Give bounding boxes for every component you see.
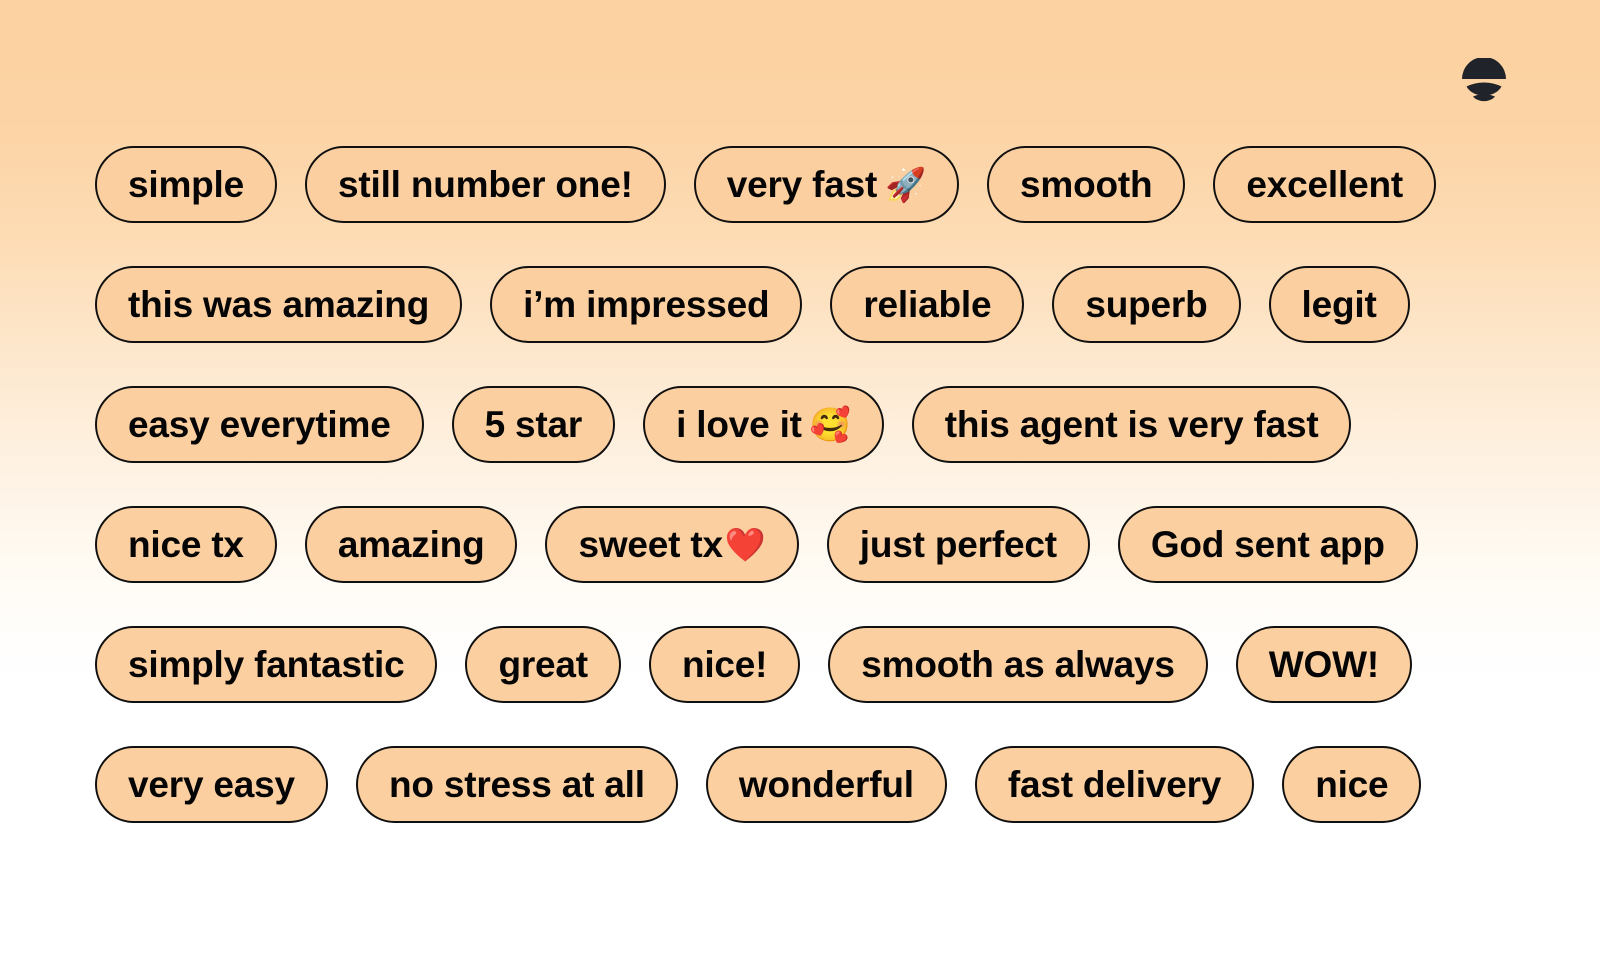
tag-pill[interactable]: very easy (95, 746, 328, 823)
tag-pill-label: i love it (676, 404, 802, 445)
tag-row: nice tx amazing sweet tx ❤️ just perfect God … (95, 506, 1515, 583)
tag-pill-label: superb (1085, 284, 1208, 325)
tag-pill[interactable]: i love it 🥰 (643, 386, 884, 463)
tag-pill[interactable]: fast delivery (974, 746, 1255, 823)
tag-pill-label: excellent (1246, 164, 1403, 205)
tag-pill[interactable]: smooth (987, 146, 1186, 223)
tag-pill[interactable]: no stress at all (355, 746, 678, 823)
tag-pill[interactable]: amazing (304, 506, 518, 583)
tag-pill-label: smooth as always (861, 644, 1175, 685)
tag-pill[interactable]: wonderful (705, 746, 947, 823)
tag-pill-label: this agent is very fast (944, 404, 1319, 445)
tag-pill[interactable]: superb (1052, 266, 1241, 343)
tag-row: this was amazing i’m impressed reliable sup… (95, 266, 1515, 343)
tag-pill[interactable]: God sent app (1117, 506, 1418, 583)
tag-pill[interactable]: nice tx (95, 506, 277, 583)
stacked-arcs-logo-icon (1458, 58, 1510, 106)
tag-row: simple still number one! very fast 🚀 smooth e… (95, 146, 1515, 223)
tag-pill[interactable]: simply fantastic (95, 626, 438, 703)
tag-pill[interactable]: still number one! (305, 146, 666, 223)
tag-pill-label: WOW! (1268, 644, 1379, 685)
tag-pill-label: still number one! (338, 164, 633, 205)
tag-pill[interactable]: smooth as always (828, 626, 1208, 703)
tag-pill[interactable]: excellent (1213, 146, 1436, 223)
tag-row: simply fantastic great nice! smooth as alwa… (95, 626, 1515, 703)
tag-pill-label: easy everytime (128, 404, 391, 445)
tag-pill-emoji: 🥰 (809, 405, 851, 444)
tag-pill-label: just perfect (859, 524, 1057, 565)
tag-pill[interactable]: 5 star (451, 386, 616, 463)
tag-pill-label: nice tx (128, 524, 244, 565)
tag-pill-label: i’m impressed (523, 284, 770, 325)
tag-pill[interactable]: this was amazing (95, 266, 463, 343)
tag-pill-label: God sent app (1150, 524, 1385, 565)
tag-pill-label: simple (128, 164, 245, 205)
tag-pill-label: no stress at all (388, 764, 645, 805)
tag-pill-label: 5 star (484, 404, 583, 445)
tag-pill-label: legit (1301, 284, 1377, 325)
tag-row: easy everytime 5 star i love it 🥰 this agent… (95, 386, 1515, 463)
tag-pill[interactable]: very fast 🚀 (693, 146, 960, 223)
tag-pill[interactable]: i’m impressed (490, 266, 803, 343)
tag-pill-grid: simple still number one! very fast 🚀 smooth e… (95, 146, 1515, 866)
page-root: simple still number one! very fast 🚀 smooth e… (0, 0, 1600, 980)
tag-pill-emoji: ❤️ (724, 525, 766, 564)
tag-pill-label: very easy (128, 764, 295, 805)
tag-pill[interactable]: nice (1282, 746, 1422, 823)
tag-pill[interactable]: nice! (648, 626, 801, 703)
tag-pill-label: smooth (1020, 164, 1153, 205)
tag-pill[interactable]: simple (95, 146, 278, 223)
tag-pill-label: amazing (337, 524, 485, 565)
tag-pill-label: fast delivery (1007, 764, 1222, 805)
tag-pill[interactable]: this agent is very fast (911, 386, 1352, 463)
tag-pill-label: great (498, 644, 588, 685)
tag-pill-label: nice (1315, 764, 1389, 805)
tag-pill[interactable]: great (465, 626, 621, 703)
tag-pill-emoji: 🚀 (885, 165, 927, 204)
tag-row: very easy no stress at all wonderful fast d… (95, 746, 1515, 823)
tag-pill[interactable]: just perfect (826, 506, 1090, 583)
tag-pill[interactable]: easy everytime (95, 386, 424, 463)
tag-pill-label: wonderful (738, 764, 914, 805)
tag-pill-label: this was amazing (128, 284, 430, 325)
tag-pill[interactable]: reliable (830, 266, 1025, 343)
tag-pill-label: sweet tx (578, 524, 723, 565)
tag-pill-label: simply fantastic (128, 644, 405, 685)
tag-pill-label: nice! (681, 644, 768, 685)
tag-pill[interactable]: sweet tx ❤️ (545, 506, 799, 583)
tag-pill-label: very fast (726, 164, 878, 205)
tag-pill[interactable]: legit (1268, 266, 1410, 343)
tag-pill[interactable]: WOW! (1235, 626, 1412, 703)
tag-pill-label: reliable (863, 284, 992, 325)
